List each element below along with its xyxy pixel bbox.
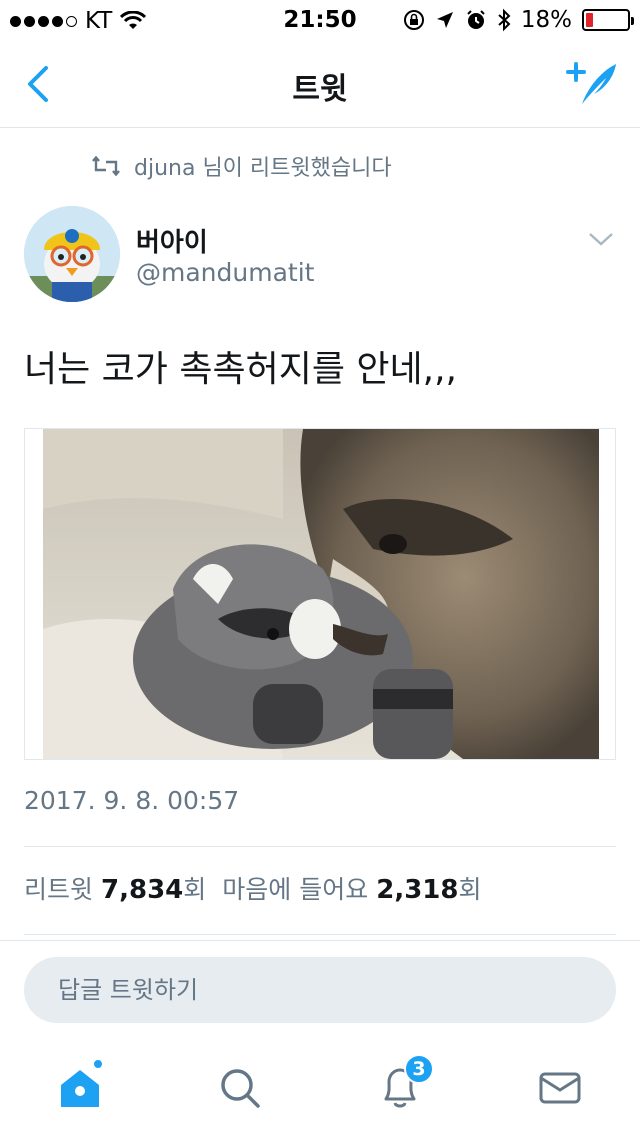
battery-icon bbox=[582, 9, 634, 31]
retweet-count[interactable]: 7,834 bbox=[101, 875, 183, 905]
notification-count-badge: 3 bbox=[404, 1054, 434, 1084]
retweet-stat-label: 리트윗 bbox=[24, 875, 94, 904]
like-stat-label: 마음에 들어요 bbox=[222, 875, 369, 904]
tab-home[interactable] bbox=[50, 1058, 110, 1118]
tweet-timestamp: 2017. 9. 8. 00:57 bbox=[24, 786, 240, 815]
home-icon bbox=[61, 1070, 99, 1107]
compose-tweet-icon[interactable] bbox=[564, 58, 620, 108]
tweet-author: 버아이 @mandumatit bbox=[24, 206, 616, 306]
tab-search[interactable] bbox=[210, 1058, 270, 1118]
tweet-image[interactable] bbox=[24, 428, 616, 760]
messages-icon bbox=[539, 1072, 581, 1104]
author-handle[interactable]: @mandumatit bbox=[136, 258, 314, 287]
orientation-lock-icon bbox=[403, 10, 424, 30]
search-icon bbox=[221, 1069, 260, 1108]
status-right: 18% bbox=[403, 7, 634, 33]
nav-bar: 트윗 bbox=[0, 40, 640, 128]
tweet-text: 너는 코가 촉촉허지를 안네,,, bbox=[24, 349, 457, 390]
battery-percent: 18% bbox=[520, 7, 572, 33]
avatar[interactable] bbox=[24, 206, 120, 302]
status-bar: KT 21:50 18% bbox=[0, 0, 640, 40]
raccoon-photo bbox=[43, 429, 599, 759]
tab-bar: 3 bbox=[0, 1040, 640, 1136]
like-unit: 회 bbox=[458, 875, 482, 904]
tab-messages[interactable] bbox=[530, 1058, 590, 1118]
tweet-stats: 리트윗 7,834 회 마음에 들어요 2,318 회 bbox=[24, 870, 482, 906]
like-count[interactable]: 2,318 bbox=[376, 875, 458, 905]
alarm-icon bbox=[467, 10, 485, 29]
retweet-unit: 회 bbox=[183, 875, 207, 904]
author-name[interactable]: 버아이 bbox=[136, 222, 208, 259]
retweet-context: djuna 님이 리트윗했습니다 bbox=[92, 150, 392, 182]
divider bbox=[24, 934, 616, 935]
location-arrow-icon bbox=[436, 12, 453, 28]
retweet-context-label[interactable]: djuna 님이 리트윗했습니다 bbox=[134, 150, 392, 182]
home-new-indicator bbox=[92, 1058, 104, 1070]
chevron-down-icon[interactable] bbox=[586, 226, 616, 250]
retweet-icon bbox=[92, 156, 120, 176]
reply-input[interactable] bbox=[24, 957, 616, 1023]
bluetooth-icon bbox=[498, 8, 511, 32]
divider bbox=[24, 846, 616, 847]
tab-notifications[interactable]: 3 bbox=[370, 1054, 434, 1118]
page-title: 트윗 bbox=[292, 72, 348, 107]
